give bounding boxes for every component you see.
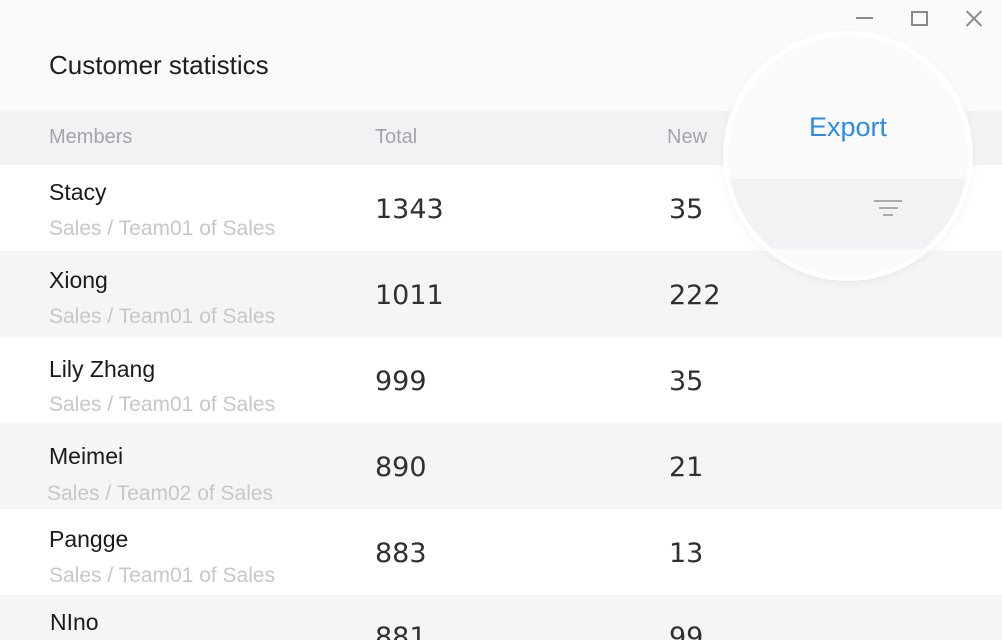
zoomed-header-band bbox=[728, 179, 968, 249]
column-header-total[interactable]: Total bbox=[375, 126, 417, 149]
column-header-new[interactable]: New bbox=[667, 126, 707, 149]
new-value: 222 bbox=[669, 280, 721, 311]
member-name: NIno bbox=[50, 609, 99, 635]
new-value: 21 bbox=[669, 452, 704, 483]
member-department: Sales / Team01 of Sales bbox=[49, 217, 276, 240]
total-value: 883 bbox=[375, 538, 427, 569]
member-department: Sales / Team02 of Sales bbox=[47, 482, 274, 505]
member-department: Sales / Team01 of Sales bbox=[49, 393, 276, 416]
minimize-icon bbox=[856, 17, 873, 19]
total-value: 881 bbox=[375, 622, 427, 640]
window-controls bbox=[837, 0, 1002, 36]
member-department: Sales / Team01 of Sales bbox=[49, 305, 276, 328]
total-value: 1343 bbox=[375, 194, 444, 225]
total-value: 999 bbox=[375, 366, 427, 397]
member-name: Meimei bbox=[49, 443, 124, 469]
page-title: Customer statistics bbox=[49, 50, 269, 80]
column-header-members[interactable]: Members bbox=[49, 126, 132, 149]
new-value: 35 bbox=[669, 366, 704, 397]
member-name: Stacy bbox=[49, 179, 107, 205]
total-value: 1011 bbox=[375, 280, 444, 311]
new-value: 35 bbox=[669, 194, 704, 225]
maximize-icon bbox=[911, 10, 928, 26]
table-row[interactable]: NIno 881 99 bbox=[0, 595, 1002, 640]
table-row[interactable]: Meimei Sales / Team02 of Sales 890 21 bbox=[0, 423, 1002, 509]
member-name: Pangge bbox=[49, 526, 129, 552]
filter-icon[interactable] bbox=[874, 200, 902, 220]
member-name: Lily Zhang bbox=[49, 356, 156, 382]
table-row[interactable]: Lily Zhang Sales / Team01 of Sales 999 3… bbox=[0, 337, 1002, 423]
close-icon bbox=[966, 10, 983, 27]
member-name: Xiong bbox=[49, 267, 108, 293]
close-button[interactable] bbox=[947, 0, 1002, 36]
new-value: 99 bbox=[669, 622, 704, 640]
total-value: 890 bbox=[375, 452, 427, 483]
table-row[interactable]: Pangge Sales / Team01 of Sales 883 13 bbox=[0, 509, 1002, 595]
export-button-zoomed[interactable]: Export bbox=[809, 112, 887, 143]
zoom-magnifier: Export bbox=[728, 36, 968, 276]
maximize-button[interactable] bbox=[892, 0, 947, 36]
member-department: Sales / Team01 of Sales bbox=[49, 564, 276, 587]
new-value: 13 bbox=[669, 538, 704, 569]
minimize-button[interactable] bbox=[837, 0, 892, 36]
